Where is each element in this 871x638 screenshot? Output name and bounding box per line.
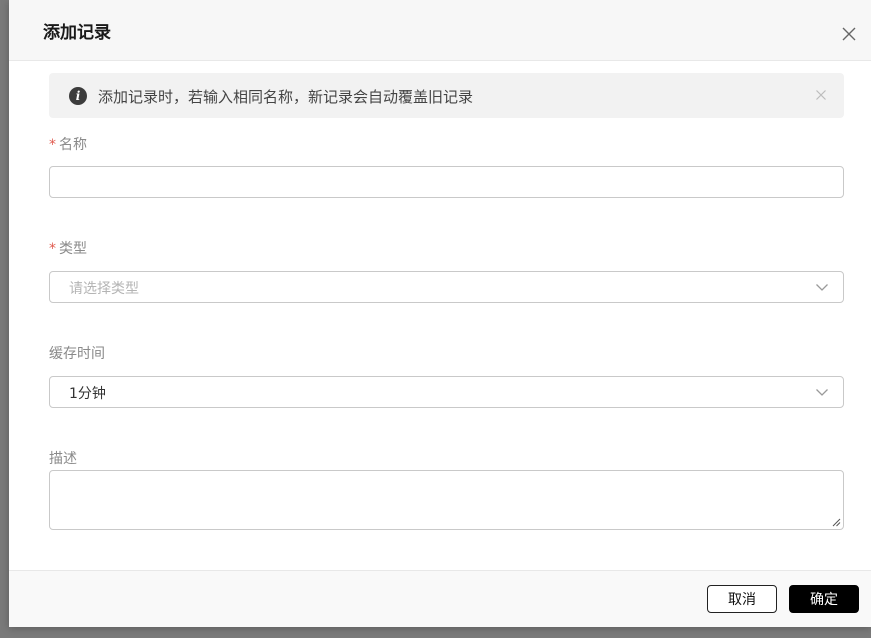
add-record-dialog: 添加记录 i 添加记录时，若输入相同名称，新记录会自动覆盖旧记录 * 名称 * 类型…	[9, 0, 871, 627]
description-field-wrapper	[49, 470, 844, 530]
confirm-button[interactable]: 确定	[789, 585, 859, 613]
alert-message: 添加记录时，若输入相同名称，新记录会自动覆盖旧记录	[98, 88, 474, 106]
description-label: 描述	[49, 451, 77, 467]
dialog-footer: 取消 确定	[9, 570, 871, 627]
required-mark: *	[49, 241, 56, 257]
name-input[interactable]	[50, 167, 843, 197]
type-select-placeholder: 请选择类型	[69, 281, 139, 297]
dialog-title: 添加记录	[43, 23, 111, 43]
type-label: * 类型	[49, 238, 87, 258]
required-mark: *	[49, 137, 56, 153]
close-icon[interactable]	[841, 26, 857, 42]
cancel-button[interactable]: 取消	[707, 585, 777, 613]
description-textarea[interactable]	[50, 471, 843, 529]
name-label-text: 名称	[59, 137, 87, 153]
type-select[interactable]: 请选择类型	[49, 271, 844, 303]
resize-handle-icon[interactable]	[832, 518, 841, 527]
cache-time-select[interactable]: 1分钟	[49, 376, 844, 408]
chevron-down-icon	[816, 389, 828, 396]
cache-time-selected-value: 1分钟	[69, 386, 106, 402]
chevron-down-icon	[816, 284, 828, 291]
close-icon[interactable]	[815, 89, 827, 101]
name-label: * 名称	[49, 134, 87, 154]
info-icon: i	[69, 87, 87, 105]
cache-time-label: 缓存时间	[49, 346, 105, 362]
name-field-wrapper	[49, 166, 844, 198]
dialog-header: 添加记录	[9, 0, 871, 61]
info-alert: i 添加记录时，若输入相同名称，新记录会自动覆盖旧记录	[49, 73, 844, 118]
type-label-text: 类型	[59, 241, 87, 257]
